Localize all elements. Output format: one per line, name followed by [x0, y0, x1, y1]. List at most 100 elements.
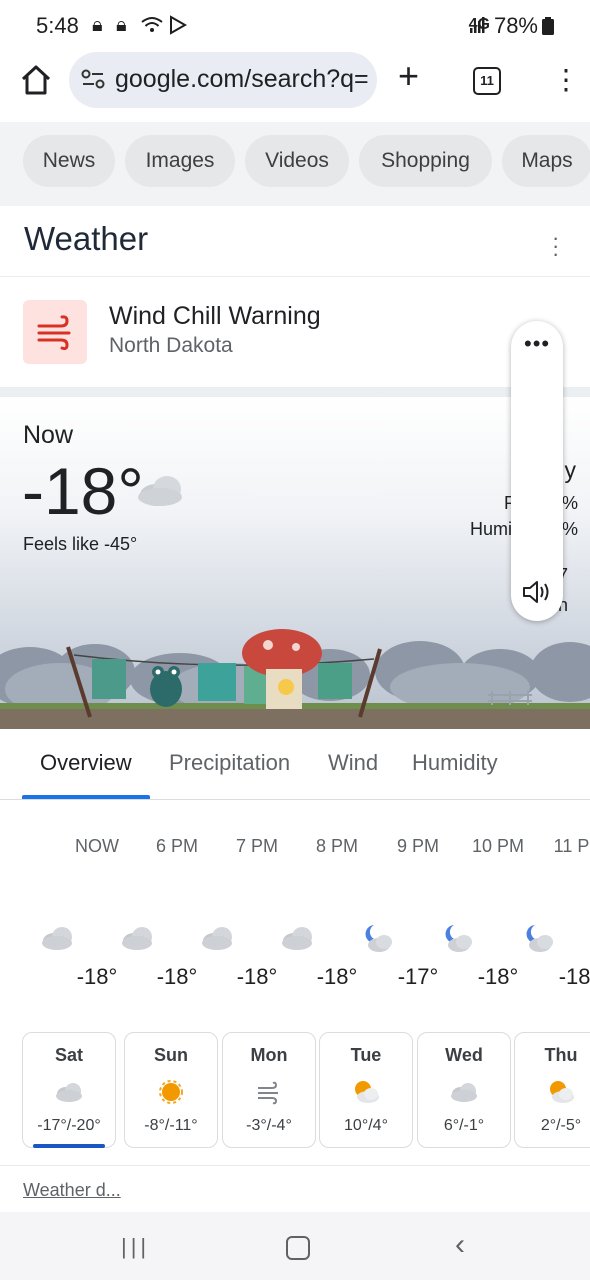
hourly-forecast: NOW -18° 6 PM -18° 7 PM -18° 8 PM -18° 9…: [0, 800, 590, 1020]
feels-like: Feels like -45°: [23, 534, 138, 554]
partly-cloudy-night-icon: [365, 925, 392, 952]
chip-shopping[interactable]: Shopping: [359, 135, 492, 187]
day-card-sun[interactable]: Sun -8°/-11°: [124, 1032, 218, 1148]
battery-percent: 78%: [493, 13, 538, 38]
weather-alert[interactable]: Wind Chill Warning North Dakota: [0, 277, 590, 387]
new-tab-button[interactable]: +: [398, 58, 419, 94]
tab-switcher-button[interactable]: 11: [473, 67, 501, 95]
tab-overview[interactable]: Overview: [40, 750, 132, 776]
tab-humidity[interactable]: Humidity: [412, 750, 498, 776]
address-bar[interactable]: google.com/search?q=: [69, 52, 377, 108]
day-name: Wed: [445, 1045, 483, 1065]
weather-data-link[interactable]: Weather d...: [23, 1180, 121, 1201]
hour-temp: -18°: [477, 964, 519, 989]
current-temperature: -18°: [22, 454, 144, 528]
wind-alert-icon: [23, 300, 87, 364]
partly-sunny-icon: [355, 1081, 379, 1103]
hour-temp: -18°: [76, 964, 118, 989]
selected-day-indicator: [33, 1144, 105, 1148]
day-card-thu[interactable]: Thu 2°/-5°: [514, 1032, 590, 1148]
speaker-icon[interactable]: [521, 578, 553, 606]
status-time: 5:48: [36, 13, 79, 38]
cloudy-icon: [138, 476, 182, 506]
cloudy-icon: [282, 927, 312, 950]
weather-title: Weather: [24, 220, 149, 257]
day-card-mon[interactable]: Mon -3°/-4°: [222, 1032, 316, 1148]
cloudy-icon: [451, 1083, 477, 1102]
hour-temp: -18°: [316, 964, 358, 989]
weather-illustration: [0, 629, 590, 729]
daily-forecast: Sat -17°/-20° Sun -8°/-11° Mon -3°/-4° T…: [0, 1030, 590, 1160]
cloudy-icon: [122, 927, 152, 950]
home-icon[interactable]: [18, 62, 54, 98]
chip-images[interactable]: Images: [125, 135, 235, 187]
active-tab-indicator: [22, 795, 150, 799]
day-card-wed[interactable]: Wed 6°/-1°: [417, 1032, 511, 1148]
day-name: Mon: [250, 1045, 288, 1065]
hour-temp: -18°: [156, 964, 198, 989]
hour-temp: -18°: [558, 964, 590, 989]
back-button[interactable]: ‹: [455, 1228, 465, 1262]
lock-icon: 🔒︎: [92, 14, 103, 36]
hour-temp: -18°: [236, 964, 278, 989]
partly-cloudy-night-icon: [445, 925, 472, 952]
browser-menu-icon[interactable]: ⋮: [552, 66, 580, 94]
alert-region: North Dakota: [109, 334, 233, 357]
hour-label: 11 PM: [553, 836, 590, 856]
weather-tabs: Overview Precipitation Wind Humidity: [0, 729, 590, 800]
day-card-tue[interactable]: Tue 10°/4°: [319, 1032, 413, 1148]
battery-icon: [542, 17, 554, 35]
day-name: Sat: [54, 1045, 83, 1065]
site-settings-icon[interactable]: [81, 68, 105, 90]
hour-label: 10 PM: [471, 836, 525, 856]
hour-label: 9 PM: [396, 836, 439, 856]
hour-temp: -17°: [397, 964, 439, 989]
hour-label: 8 PM: [315, 836, 358, 856]
day-temps: -3°/-4°: [246, 1117, 292, 1134]
play-store-icon: [170, 15, 188, 35]
wifi-icon: [141, 17, 163, 32]
search-filter-chips: News Images Videos Shopping Maps: [0, 122, 590, 206]
recents-button[interactable]: |||: [121, 1234, 150, 1260]
day-card-sat[interactable]: Sat -17°/-20°: [22, 1032, 116, 1148]
hour-label: NOW: [75, 836, 119, 856]
cloudy-icon: [56, 1083, 82, 1102]
day-name: Thu: [544, 1045, 578, 1065]
cloudy-icon: [42, 927, 72, 950]
now-label: Now: [23, 421, 74, 449]
section-divider: [0, 387, 590, 397]
footer-divider: [0, 1165, 590, 1166]
chip-videos[interactable]: Videos: [245, 135, 349, 187]
day-name: Tue: [350, 1045, 382, 1065]
day-temps: 2°/-5°: [540, 1117, 582, 1134]
chip-news[interactable]: News: [23, 135, 115, 187]
system-nav-bar: ||| ‹: [0, 1212, 590, 1280]
partly-sunny-icon: [550, 1081, 574, 1103]
browser-toolbar: google.com/search?q= + 11 ⋮: [0, 52, 590, 122]
signal-icon: [470, 17, 485, 33]
lock-icon: 🔒︎: [116, 14, 127, 36]
tab-wind[interactable]: Wind: [328, 750, 378, 776]
more-dots-icon[interactable]: •••: [524, 331, 550, 357]
weather-header: Weather · · ·: [0, 206, 590, 277]
hour-label: 7 PM: [235, 836, 278, 856]
more-options-icon[interactable]: · · ·: [552, 227, 559, 265]
day-name: Sun: [154, 1045, 188, 1065]
hour-label: 6 PM: [155, 836, 198, 856]
chip-maps[interactable]: Maps: [502, 135, 590, 187]
windy-icon: [258, 1081, 278, 1105]
current-weather-panel: Now -18° Feels like -45° C y Pre % Humid…: [0, 397, 590, 729]
cloudy-icon: [202, 927, 232, 950]
day-temps: 10°/4°: [344, 1117, 388, 1134]
day-temps: 6°/-1°: [443, 1117, 485, 1134]
partly-cloudy-night-icon: [526, 925, 553, 952]
alert-title: Wind Chill Warning: [109, 302, 321, 330]
url-text[interactable]: google.com/search?q=: [115, 65, 371, 94]
day-temps: -8°/-11°: [144, 1117, 198, 1134]
status-bar: 5:48 🔒︎ 🔒︎ 4G 78%: [0, 0, 590, 52]
floating-action-panel: •••: [511, 321, 563, 621]
home-button[interactable]: [286, 1236, 310, 1260]
sunny-icon: [159, 1080, 183, 1104]
tab-precipitation[interactable]: Precipitation: [169, 750, 290, 776]
day-temps: -17°/-20°: [37, 1117, 101, 1134]
